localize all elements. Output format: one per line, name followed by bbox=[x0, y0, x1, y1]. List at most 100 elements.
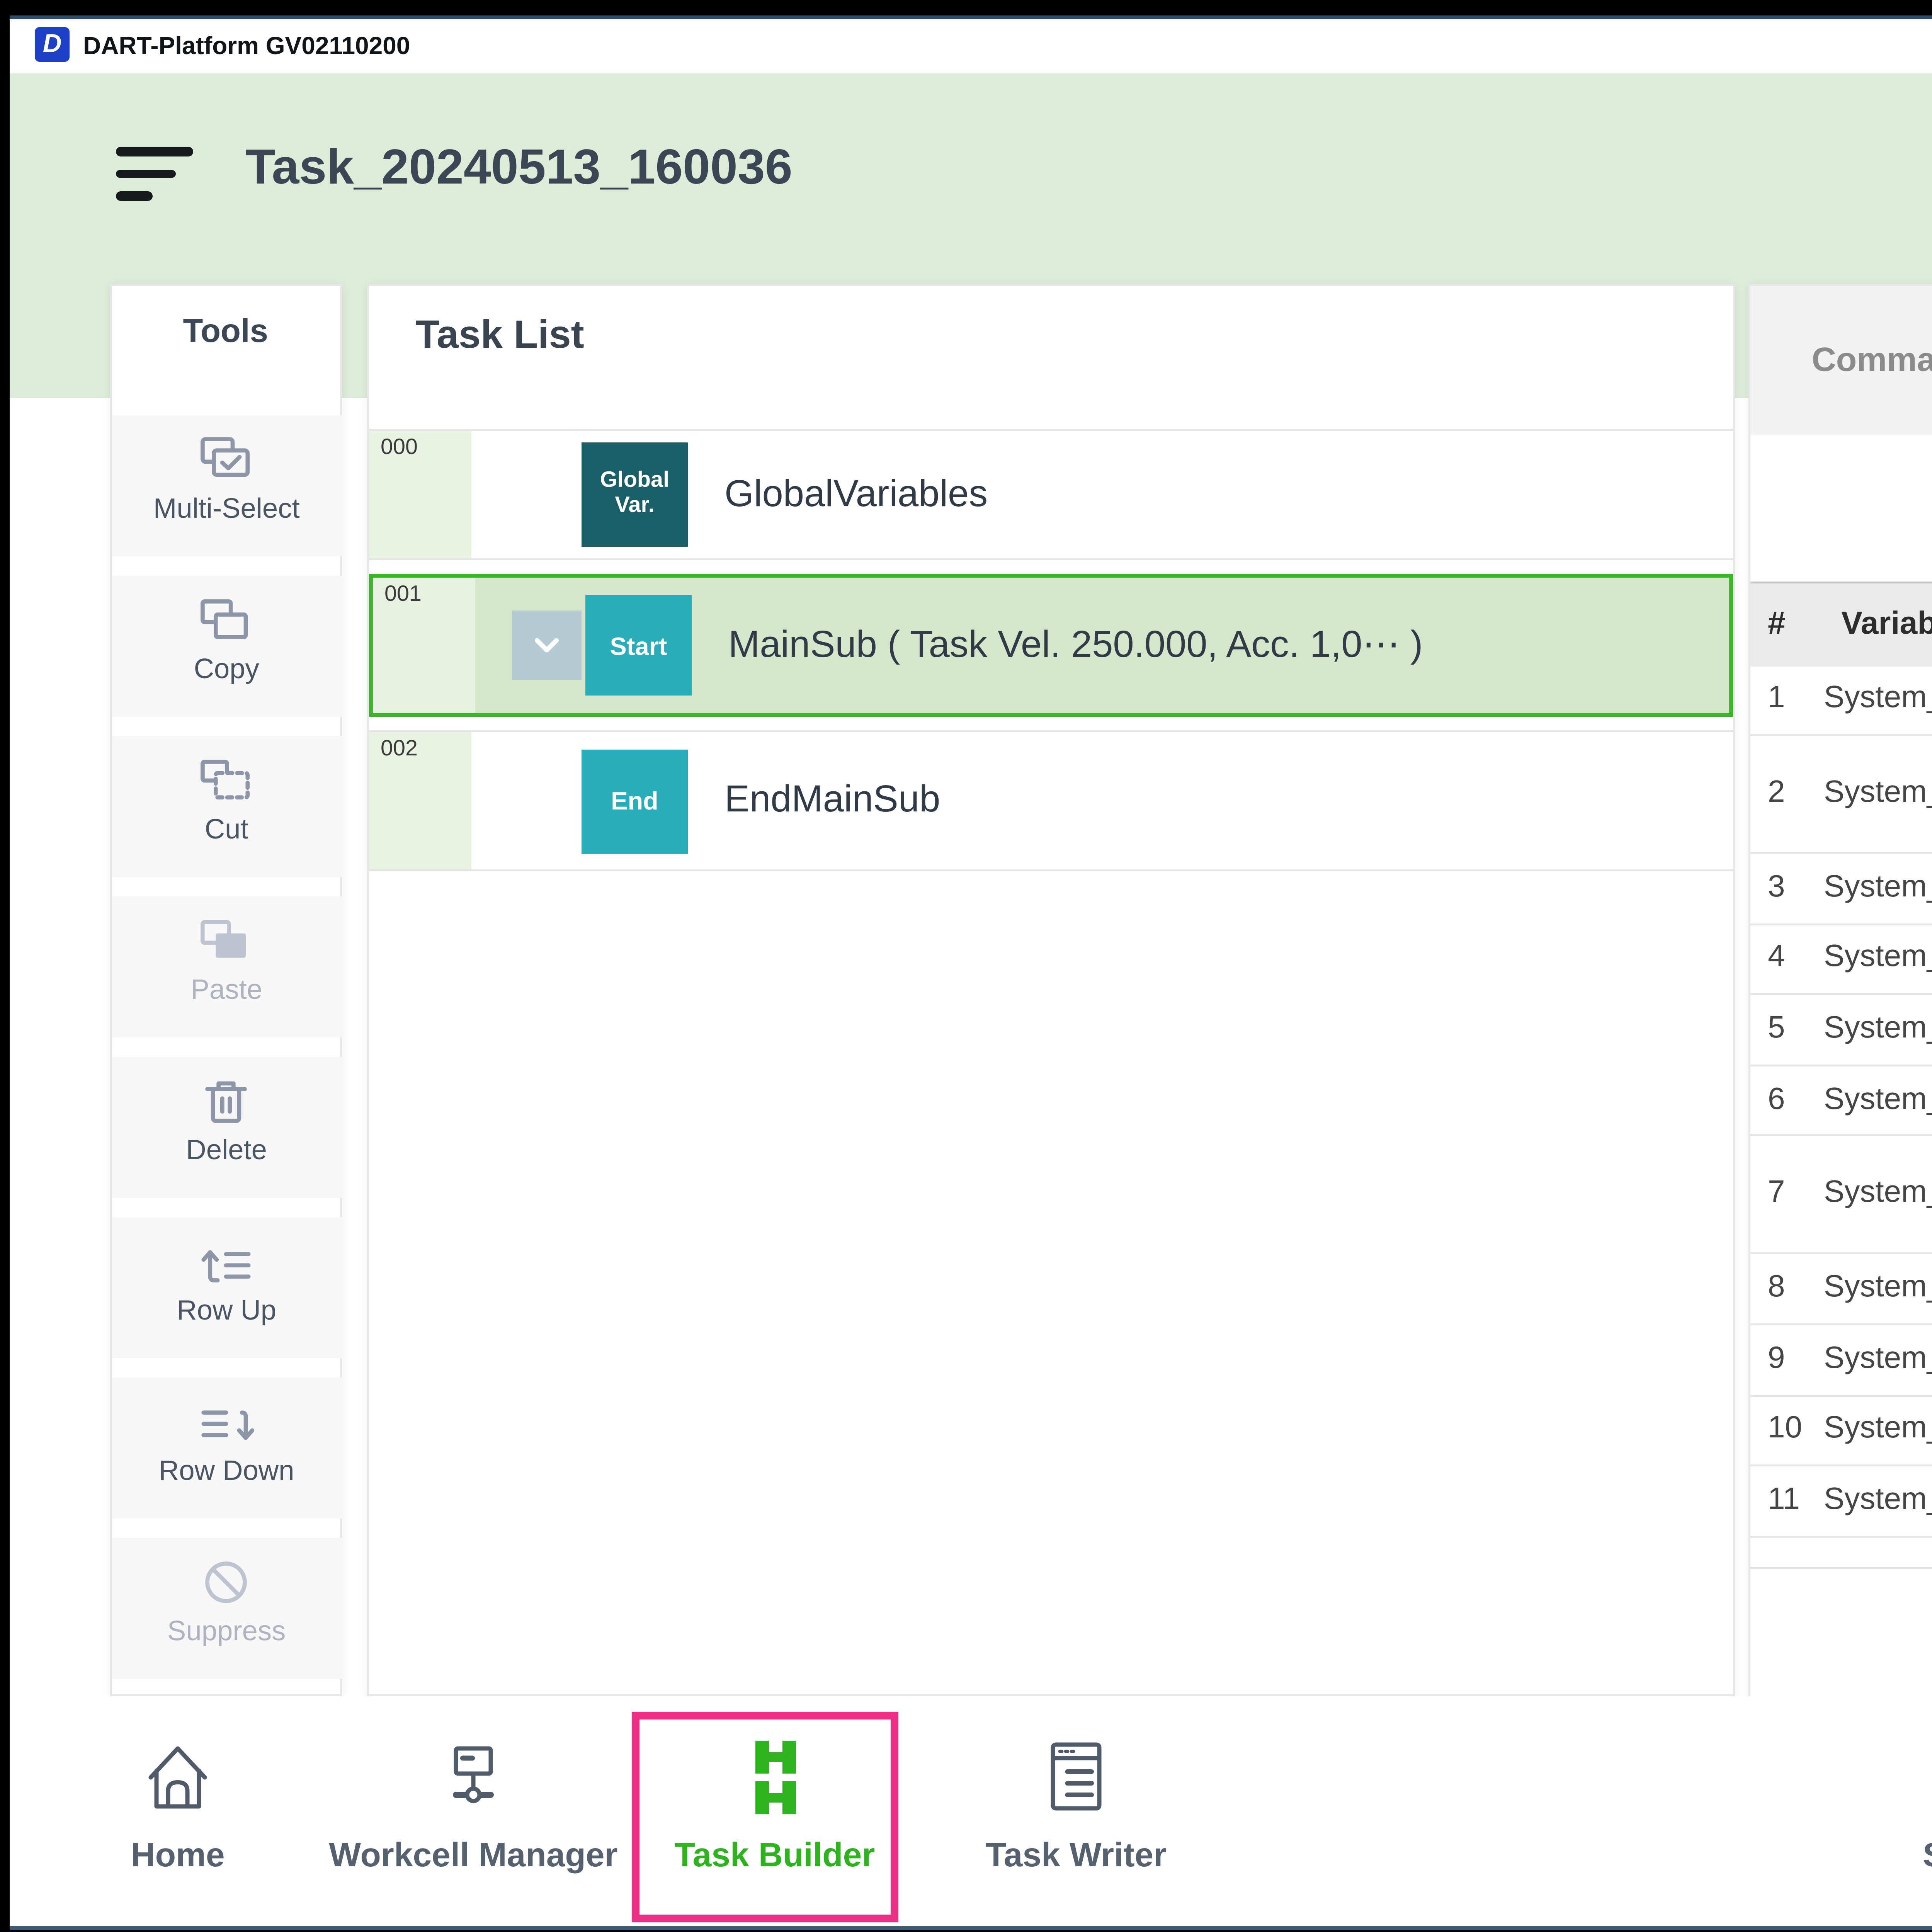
hamburger-icon bbox=[116, 147, 193, 156]
row-index: 000 bbox=[381, 437, 418, 460]
window-title: DART-Platform GV02110200 bbox=[83, 31, 410, 60]
chevron-down-button[interactable] bbox=[512, 611, 582, 680]
nav-task-writer[interactable]: Task Writer bbox=[941, 1704, 1211, 1917]
command-badge: GlobalVar. bbox=[582, 442, 688, 547]
tools-title: Tools bbox=[111, 313, 340, 352]
tools-list: Multi-Select Copy Cut Paste Delete Row Up Row … bbox=[112, 415, 341, 1698]
cell-variable-name: System_B bbox=[1824, 1083, 1932, 1118]
table-row-1[interactable]: 1System_aposx(0.0, 34.5, 1652.5, 180.0, … bbox=[1750, 666, 1932, 736]
tool-row-down[interactable]: Row Down bbox=[112, 1378, 341, 1519]
command-badge: End bbox=[582, 749, 688, 853]
row-gutter: 000 bbox=[369, 431, 471, 558]
nav-label: Home bbox=[131, 1835, 224, 1876]
cell-number: 6 bbox=[1750, 1083, 1824, 1118]
tool-paste: Paste bbox=[112, 896, 341, 1037]
tool-label: Row Down bbox=[159, 1457, 294, 1488]
cell-variable-name: System_b bbox=[1824, 942, 1932, 976]
task-row-001[interactable]: 001 Start MainSub ( Task Vel. 250.000, Acc… bbox=[369, 574, 1733, 717]
tool-row-up[interactable]: Row Up bbox=[112, 1217, 341, 1358]
suppress-icon bbox=[196, 1551, 257, 1613]
app-logo: D bbox=[35, 26, 70, 61]
nav-status[interactable]: Status bbox=[1859, 1704, 1932, 1917]
menu-button[interactable] bbox=[116, 147, 197, 214]
table-row-7[interactable]: 7System_a_1_1posx(100.0, 500.0, 500.0, 1… bbox=[1750, 1137, 1932, 1255]
cell-number: 5 bbox=[1750, 1012, 1824, 1047]
nav-workcell-manager[interactable]: Workcell Manager bbox=[303, 1704, 643, 1917]
cell-number: 3 bbox=[1750, 871, 1824, 906]
cell-number: 1 bbox=[1750, 682, 1824, 717]
cell-variable-name: System_a bbox=[1824, 682, 1932, 717]
task-row-002[interactable]: 002 End EndMainSub bbox=[369, 730, 1733, 871]
tool-multi-select[interactable]: Multi-Select bbox=[112, 415, 341, 556]
cell-number: 4 bbox=[1750, 942, 1824, 976]
workcell-manager-icon bbox=[431, 1735, 516, 1820]
variable-subtabs: Variable ListSystem Variable bbox=[1750, 435, 1932, 583]
table-row-10[interactable]: 10System_A_12 bbox=[1750, 1396, 1932, 1467]
nav-label: Task Builder bbox=[675, 1835, 875, 1876]
table-row-2[interactable]: 2System_a_1posx(100.0, 500.0, 500.0, 180… bbox=[1750, 736, 1932, 854]
nav-label: Task Writer bbox=[986, 1835, 1167, 1876]
table-row-5[interactable]: 5System_A2 bbox=[1750, 995, 1932, 1066]
task-builder-icon bbox=[732, 1735, 817, 1820]
row-up-icon bbox=[196, 1231, 257, 1293]
cell-variable-name: System_aa_1 bbox=[1824, 1272, 1932, 1306]
tool-label: Multi-Select bbox=[153, 495, 300, 526]
nav-home[interactable]: Home bbox=[62, 1704, 294, 1917]
tool-delete[interactable]: Delete bbox=[112, 1057, 341, 1198]
table-row-6[interactable]: 6System_B1,2,3,4 bbox=[1750, 1066, 1932, 1137]
tab-command[interactable]: Command bbox=[1750, 286, 1932, 435]
row-content: Start MainSub ( Task Vel. 250.000, Acc. 1… bbox=[475, 578, 1729, 713]
nav-task-builder[interactable]: Task Builder bbox=[639, 1704, 910, 1917]
tools-panel: Tools Multi-Select Copy Cut Paste Delete Row … bbox=[109, 284, 342, 1696]
task-list-title: Task List bbox=[415, 313, 584, 359]
task-list-panel: Task List 000GlobalVar.GlobalVariables00… bbox=[367, 284, 1735, 1696]
row-index: 001 bbox=[384, 583, 422, 607]
tool-label: Delete bbox=[186, 1136, 267, 1167]
cell-variable-name: System_A bbox=[1824, 1012, 1932, 1047]
paste-icon bbox=[196, 910, 257, 972]
titlebar: D DART-Platform GV02110200 bbox=[10, 19, 1932, 74]
inspector-tabs: CommandPropertyVariablePlay bbox=[1750, 286, 1932, 435]
task-writer-icon bbox=[1034, 1735, 1119, 1820]
window-bottom-border bbox=[10, 1926, 1932, 1929]
tool-copy[interactable]: Copy bbox=[112, 576, 341, 717]
row-index: 002 bbox=[381, 738, 418, 761]
tool-label: Paste bbox=[191, 976, 262, 1007]
home-icon bbox=[135, 1735, 220, 1820]
edit-add-strip: Edit & Add bbox=[1750, 1567, 1932, 1697]
table-row-9[interactable]: 9System_b_11 bbox=[1750, 1325, 1932, 1396]
cell-number: 9 bbox=[1750, 1342, 1824, 1377]
row-down-icon bbox=[196, 1391, 257, 1453]
task-row-label: GlobalVariables bbox=[724, 473, 988, 517]
cell-variable-name: System_B_1 bbox=[1824, 1484, 1932, 1519]
tool-suppress: Suppress bbox=[112, 1538, 341, 1679]
task-row-000[interactable]: 000 GlobalVar. GlobalVariables bbox=[369, 429, 1733, 560]
row-gutter: 002 bbox=[369, 732, 471, 869]
copy-icon bbox=[196, 589, 257, 651]
cell-number: 10 bbox=[1750, 1413, 1824, 1448]
cell-variable-name: System_a_1_1 bbox=[1824, 1177, 1932, 1212]
nav-label: Workcell Manager bbox=[329, 1835, 617, 1876]
window-frame: D DART-Platform GV02110200 Task_20240513… bbox=[0, 0, 1932, 1932]
table-row-3[interactable]: 3System_aaposj(0.0, 0.0, 0.0, 0.0, 0.0, … bbox=[1750, 854, 1932, 925]
column-header-name: Variable Name bbox=[1841, 583, 1932, 666]
table-row-11[interactable]: 11System_B_11,2,3,4 bbox=[1750, 1467, 1932, 1537]
table-row-partial: posx(400.0, 500.0, 500.0, 180.0, -180.0, bbox=[1750, 1537, 1932, 1567]
cell-number: 8 bbox=[1750, 1272, 1824, 1306]
delete-icon bbox=[196, 1070, 257, 1132]
command-badge: Start bbox=[585, 595, 692, 696]
column-header-number: # bbox=[1768, 583, 1786, 666]
table-row-4[interactable]: 4System_b1 bbox=[1750, 925, 1932, 995]
cell-number: 11 bbox=[1750, 1484, 1824, 1519]
variable-table-body: 1System_aposx(0.0, 34.5, 1652.5, 180.0, … bbox=[1750, 666, 1932, 1567]
table-row-8[interactable]: 8System_aa_1posj(0.0, 0.0, 0.0, 0.0, 0.0… bbox=[1750, 1255, 1932, 1325]
tool-label: Copy bbox=[194, 655, 259, 686]
task-row-label: EndMainSub bbox=[724, 779, 940, 823]
cell-variable-name: System_a_1 bbox=[1824, 777, 1932, 811]
task-row-label: MainSub ( Task Vel. 250.000, Acc. 1,0⋯ ) bbox=[728, 622, 1423, 668]
tool-label: Cut bbox=[205, 815, 248, 846]
inspector-panel: CommandPropertyVariablePlay Variable Lis… bbox=[1748, 284, 1932, 1696]
variable-table-header: # Variable Name Value bbox=[1750, 583, 1932, 666]
tool-cut[interactable]: Cut bbox=[112, 736, 341, 877]
subtab-variable-list[interactable]: Variable List bbox=[1750, 435, 1932, 583]
